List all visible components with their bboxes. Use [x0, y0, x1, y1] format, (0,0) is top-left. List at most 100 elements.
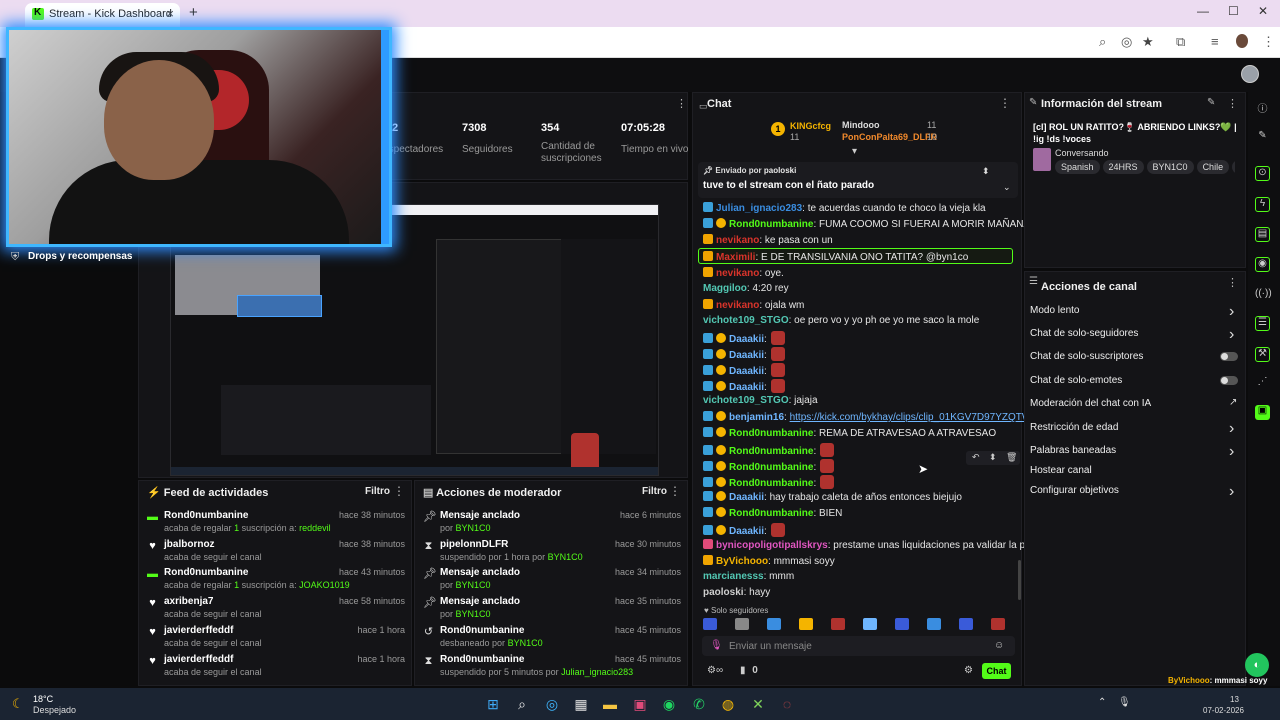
expand-icon[interactable]: ⌄	[1003, 182, 1011, 193]
chat-message[interactable]: ByVichooo: mmmasi soyy	[703, 555, 835, 567]
chat-message[interactable]: Daaakii:	[703, 379, 785, 393]
emote-option-icon[interactable]	[895, 618, 909, 630]
channel-action[interactable]: Chat de solo-seguidores	[1030, 328, 1138, 339]
info-icon[interactable]: ⓘ	[1255, 100, 1270, 115]
mod-more-icon[interactable]: ⋮	[669, 484, 681, 498]
whatsapp-icon[interactable]: ✆	[690, 695, 708, 713]
stream-tag[interactable]: Españo	[1232, 160, 1235, 174]
drops-label[interactable]: Drops y recompensas	[28, 251, 133, 262]
feed-filter[interactable]: Filtro	[365, 486, 390, 497]
toggle-switch[interactable]	[1220, 352, 1238, 361]
send-chat-button[interactable]: Chat	[982, 663, 1011, 679]
search-icon[interactable]: ⌕	[513, 695, 531, 713]
feed-username[interactable]: javierderffeddf	[164, 654, 233, 665]
tray-chevron-icon[interactable]: ⌃	[1098, 697, 1106, 708]
chat-message[interactable]: Maggiloo: 4:20 rey	[703, 283, 789, 294]
mod-username[interactable]: pipelonnDLFR	[440, 539, 508, 550]
feed-username[interactable]: Rond0numbanine	[164, 510, 248, 521]
maximize-button[interactable]: ☐	[1228, 4, 1239, 18]
store-icon[interactable]: ▦	[572, 695, 590, 713]
feed-more-icon[interactable]: ⋮	[393, 484, 405, 498]
chat-username[interactable]: Daaakii	[729, 334, 764, 345]
chat-scrollbar[interactable]	[1018, 560, 1021, 600]
chat-message[interactable]: nevikano: ojala wm	[703, 299, 804, 311]
chevron-right-icon[interactable]: ›	[1229, 483, 1234, 501]
emote-option-icon[interactable]	[991, 618, 1005, 630]
collapse-icon[interactable]: ▾	[852, 146, 857, 157]
star-icon[interactable]: ★	[1142, 34, 1154, 50]
share-icon[interactable]: ⋰	[1255, 376, 1270, 391]
chat-message[interactable]: Daaakii:	[703, 347, 785, 361]
chat-username[interactable]: vichote109_STGO	[703, 395, 789, 406]
extensions-icon[interactable]: ⧉	[1176, 34, 1185, 50]
stream-tag[interactable]: Spanish	[1055, 160, 1100, 174]
chat-username[interactable]: Daaakii	[729, 492, 764, 503]
emote-option-icon[interactable]	[927, 618, 941, 630]
stats-more-icon[interactable]: ⋮	[676, 97, 687, 110]
chat-username[interactable]: Daaakii	[729, 350, 764, 361]
chat-username[interactable]: Rond0numbanine	[729, 428, 813, 439]
edit-info-icon[interactable]: ✎	[1207, 97, 1215, 108]
settings-icon[interactable]: ⚙	[964, 665, 973, 676]
chat-message[interactable]: nevikano: oye.	[703, 267, 784, 279]
unpin-icon[interactable]: ⬍	[982, 166, 990, 177]
wrench-icon[interactable]: ⚒	[1255, 347, 1270, 362]
mod-filter[interactable]: Filtro	[642, 486, 667, 497]
mod-username[interactable]: Rond0numbanine	[440, 625, 524, 636]
chevron-right-icon[interactable]: ›	[1229, 443, 1234, 461]
explorer-icon[interactable]: ▬	[601, 695, 619, 713]
reply-icon[interactable]: ↶	[972, 452, 980, 463]
stream-tag[interactable]: Chile	[1196, 160, 1230, 174]
chat-username[interactable]: paoloski	[703, 587, 744, 598]
recorder-icon[interactable]: ◌	[778, 695, 796, 713]
minimize-button[interactable]: —	[1197, 4, 1209, 18]
browser-tab[interactable]: Stream - Kick Dashboard ×	[25, 3, 180, 27]
start-icon[interactable]: ⊞	[484, 695, 502, 713]
chat-username[interactable]: vichote109_STGO	[703, 315, 789, 326]
stream-tag[interactable]: BYN1C0	[1146, 160, 1194, 174]
chevron-right-icon[interactable]: ›	[1229, 420, 1234, 438]
mod-username[interactable]: Rond0numbanine	[440, 654, 524, 665]
chat-username[interactable]: Rond0numbanine	[729, 219, 813, 230]
chat-message[interactable]: Rond0numbanine: BIEN	[703, 507, 842, 519]
chat-username[interactable]: Rond0numbanine	[729, 446, 813, 457]
chat-username[interactable]: Rond0numbanine	[729, 462, 813, 473]
chevron-right-icon[interactable]: ›	[1229, 326, 1234, 344]
mic-icon[interactable]: 🎙︎	[710, 640, 723, 651]
chat-username[interactable]: marcianesss	[703, 571, 764, 582]
emote-option-icon[interactable]	[831, 618, 845, 630]
chat-username[interactable]: bynicopoligotipallskrys	[716, 540, 828, 551]
menu-icon[interactable]: ⋮	[1262, 34, 1275, 50]
pin-message-icon[interactable]: ⬍	[989, 452, 997, 463]
spotify-icon[interactable]: ◉	[660, 695, 678, 713]
chat-message[interactable]: Julian_ignacio283: te acuerdas cuando te…	[703, 202, 986, 214]
chat-message[interactable]: vichote109_STGO: jajaja	[703, 395, 818, 406]
channel-action[interactable]: Configurar objetivos	[1030, 485, 1119, 496]
chevron-right-icon[interactable]: ›	[1229, 303, 1234, 321]
clock-time[interactable]: 13	[1230, 695, 1239, 704]
actions-more-icon[interactable]: ⋮	[1227, 276, 1238, 289]
chat-message[interactable]: Daaakii:	[703, 523, 785, 537]
emote-option-icon[interactable]	[703, 618, 717, 630]
chat-message[interactable]: Rond0numbanine: REMA DE ATRAVESAO A ATRA…	[703, 427, 996, 439]
snip-icon[interactable]: ▣	[631, 695, 649, 713]
eye-off-icon[interactable]: ◎	[1121, 34, 1132, 50]
chat-username[interactable]: nevikano	[716, 300, 759, 311]
toggle-switch[interactable]	[1220, 376, 1238, 385]
chat-username[interactable]: Julian_ignacio283	[716, 203, 802, 214]
chat-username[interactable]: benjamin16	[729, 412, 784, 423]
chat-message[interactable]: Rond0numbanine: FUMA COOMO SI FUERAI A M…	[703, 218, 1030, 230]
chat-username[interactable]: Rond0numbanine	[729, 508, 813, 519]
profile-avatar[interactable]	[1236, 34, 1248, 48]
layers-icon[interactable]: ☰	[1255, 316, 1270, 331]
mic-tray-icon[interactable]: 🎙︎	[1118, 697, 1131, 708]
chat-message[interactable]: nevikano: ke pasa con un	[703, 234, 833, 246]
chat-bubble-button[interactable]: ◐	[1245, 653, 1269, 677]
weather-desc[interactable]: Despejado	[33, 705, 76, 715]
chat-username[interactable]: Maggiloo	[703, 283, 747, 294]
bolt-rail-icon[interactable]: ϟ	[1255, 197, 1270, 212]
chat-username[interactable]: nevikano	[716, 235, 759, 246]
emote-option-icon[interactable]	[799, 618, 813, 630]
channel-action[interactable]: Hostear canal	[1030, 465, 1092, 476]
feed-username[interactable]: Rond0numbanine	[164, 567, 248, 578]
